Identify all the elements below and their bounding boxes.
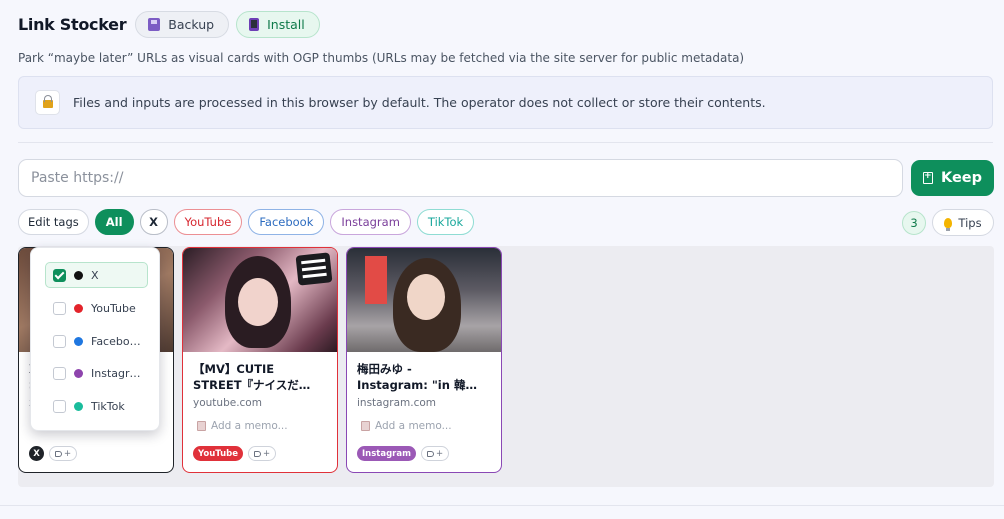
- backup-button[interactable]: Backup: [135, 11, 230, 38]
- bookmark-plus-icon: [922, 170, 933, 184]
- footer-divider: [0, 505, 1004, 506]
- tag-color-dot: [74, 336, 83, 346]
- tag-icon: [55, 450, 62, 457]
- keep-button-label: Keep: [940, 170, 983, 186]
- memo-field[interactable]: Add a memo...: [197, 420, 288, 432]
- tag-color-dot: [74, 303, 83, 313]
- edit-tags-button[interactable]: Edit tags: [18, 209, 89, 235]
- link-card-youtube[interactable]: 【MV】CUTIE STREET『ナイスだ… youtube.com Add a…: [182, 247, 338, 473]
- page-subtitle: Park “maybe later” URLs as visual cards …: [18, 51, 745, 65]
- card-domain: youtube.com: [193, 397, 262, 409]
- url-input[interactable]: [18, 159, 903, 197]
- add-tag-button[interactable]: +: [248, 446, 277, 461]
- privacy-notice-text: Files and inputs are processed in this b…: [73, 95, 766, 110]
- filter-chip-instagram[interactable]: Instagram: [330, 209, 411, 235]
- link-card-instagram[interactable]: 梅田みゆ - Instagram: "in 韓… instagram.com A…: [346, 247, 502, 473]
- thumbnail-face: [238, 278, 278, 326]
- app-title: Link Stocker: [18, 15, 127, 34]
- filter-chip-tiktok[interactable]: TikTok: [416, 209, 475, 235]
- filter-chip-youtube[interactable]: YouTube: [173, 209, 243, 235]
- lock-icon-box: [35, 90, 60, 115]
- card-thumbnail[interactable]: [183, 248, 337, 352]
- app-header: Link Stocker Backup Install: [18, 11, 320, 38]
- tag-option-checkbox[interactable]: [53, 399, 66, 413]
- tag-option-label: TikTok: [91, 399, 125, 413]
- card-title[interactable]: 梅田みゆ - Instagram: "in 韓…: [357, 361, 492, 393]
- link-count-badge: 3: [902, 211, 926, 235]
- tag-option-tiktok[interactable]: TikTok: [45, 393, 148, 419]
- card-tags: YouTube +: [193, 446, 277, 461]
- card-thumbnail[interactable]: [347, 248, 501, 352]
- card-tag-badge[interactable]: Instagram: [357, 446, 416, 461]
- tag-option-label: X: [91, 268, 99, 282]
- mobile-phone-icon: [249, 18, 260, 31]
- card-tags: Instagram +: [357, 446, 450, 461]
- keep-button[interactable]: Keep: [911, 160, 994, 196]
- card-tag-badge[interactable]: X: [29, 446, 44, 461]
- install-button-label: Install: [267, 17, 305, 32]
- add-tag-plus: +: [435, 448, 444, 459]
- tag-option-x[interactable]: X: [45, 262, 148, 288]
- tag-option-label: YouTube: [91, 301, 136, 315]
- filter-chip-x[interactable]: X: [139, 209, 168, 235]
- tag-option-label: Facebook: [91, 334, 141, 348]
- card-tags: X +: [29, 446, 78, 461]
- install-button[interactable]: Install: [236, 11, 320, 38]
- privacy-notice: Files and inputs are processed in this b…: [18, 76, 993, 129]
- tips-button-label: Tips: [958, 215, 982, 230]
- backup-button-label: Backup: [168, 17, 215, 32]
- memo-placeholder: Add a memo...: [211, 420, 288, 432]
- card-domain: instagram.com: [357, 397, 437, 409]
- tag-option-youtube[interactable]: YouTube: [45, 295, 148, 321]
- filter-chip-all[interactable]: All: [94, 209, 134, 235]
- tag-select-popover: X YouTube Facebook Instagram TikTok: [30, 247, 160, 431]
- lock-icon: [42, 95, 53, 108]
- tag-color-dot: [74, 270, 83, 280]
- card-title[interactable]: 【MV】CUTIE STREET『ナイスだ…: [193, 361, 328, 393]
- tag-option-instagram[interactable]: Instagram: [45, 360, 148, 386]
- tag-filter-bar: Edit tags All X YouTube Facebook Instagr…: [18, 209, 475, 235]
- thumbnail-face: [407, 274, 445, 320]
- tag-option-checkbox[interactable]: [53, 334, 66, 348]
- add-tag-plus: +: [64, 448, 72, 459]
- filter-chip-facebook[interactable]: Facebook: [248, 209, 325, 235]
- memo-icon: [361, 421, 370, 431]
- tag-option-checkbox[interactable]: [53, 268, 66, 282]
- divider: [18, 142, 993, 143]
- memo-icon: [197, 421, 206, 431]
- tag-option-checkbox[interactable]: [53, 301, 66, 315]
- tag-icon: [254, 450, 262, 457]
- add-tag-plus: +: [263, 448, 271, 459]
- tag-icon: [426, 450, 434, 457]
- tag-option-label: Instagram: [91, 366, 141, 380]
- add-tag-button[interactable]: +: [420, 446, 450, 461]
- card-tag-badge[interactable]: YouTube: [193, 446, 244, 461]
- memo-field[interactable]: Add a memo...: [361, 420, 452, 432]
- tag-color-dot: [74, 368, 83, 378]
- memo-placeholder: Add a memo...: [375, 420, 452, 432]
- tag-option-checkbox[interactable]: [53, 366, 66, 380]
- tips-button[interactable]: Tips: [932, 209, 994, 236]
- thumbnail-street-sign: [365, 256, 387, 304]
- add-tag-button[interactable]: +: [49, 446, 78, 461]
- tag-color-dot: [74, 401, 83, 411]
- thumbnail-logo: [295, 252, 333, 286]
- lightbulb-icon: [944, 217, 953, 231]
- floppy-disk-icon: [148, 18, 161, 31]
- tag-option-facebook[interactable]: Facebook: [45, 328, 148, 354]
